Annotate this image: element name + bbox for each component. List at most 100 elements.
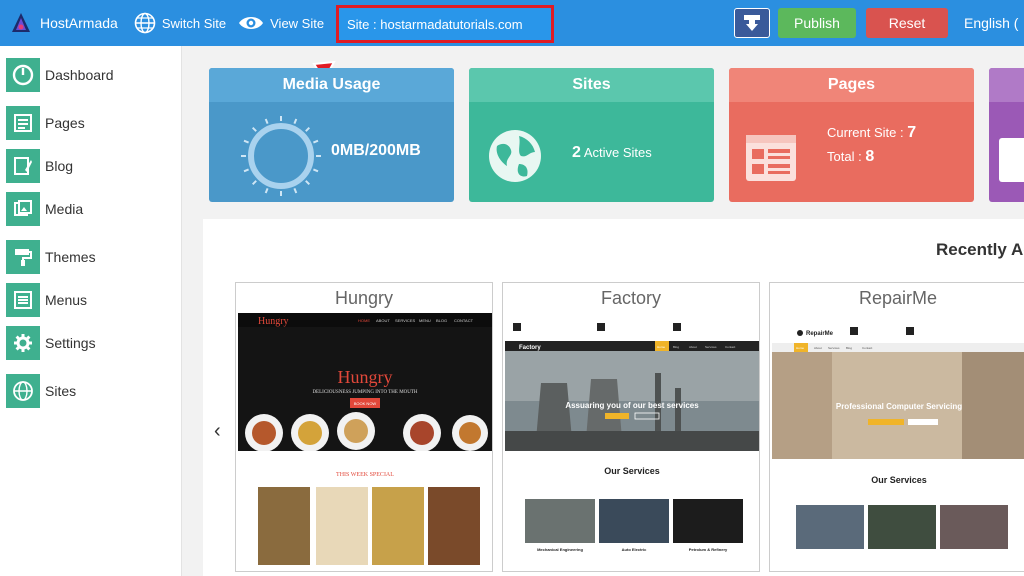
switch-site-label: Switch Site <box>161 15 227 31</box>
template-card-repairme[interactable]: RepairMe RepairMe Home About Services Bl… <box>769 282 1024 572</box>
template-name: RepairMe <box>858 287 938 308</box>
media-usage-title: Media Usage <box>209 68 454 102</box>
sidebar-item-blog[interactable]: Blog <box>6 149 73 183</box>
sidebar-item-label: Themes <box>45 249 96 265</box>
factory-logo: Factory <box>519 345 541 351</box>
brand[interactable]: HostArmada <box>10 12 118 34</box>
total-pages-value: 8 <box>865 148 875 165</box>
hungry-logo: Hungry <box>258 316 289 327</box>
download-icon <box>744 15 760 31</box>
sidebar-item-label: Dashboard <box>45 67 114 83</box>
sidebar-item-themes[interactable]: Themes <box>6 240 96 274</box>
recently-activated-title: Recently Ac <box>936 240 1024 259</box>
repairme-nav-services: Services <box>828 346 840 350</box>
template-card-hungry[interactable]: Hungry Hungry HOME ABOUT SERVICES MENU B… <box>235 282 493 572</box>
factory-service-1: Mechanical Engineering <box>537 547 583 552</box>
factory-hero-title: Assuaring you of our best services <box>565 401 699 410</box>
sidebar-item-settings[interactable]: Settings <box>6 326 96 360</box>
template-name: Hungry <box>334 287 394 308</box>
sidebar-item-label: Pages <box>45 115 85 131</box>
view-site-link[interactable]: View Site <box>238 14 324 32</box>
current-site-pages-value: 7 <box>907 124 917 141</box>
repairme-logo: RepairMe <box>806 331 834 337</box>
extra-card[interactable] <box>989 68 1024 202</box>
sites-card[interactable]: Sites 2 Active Sites <box>469 68 714 202</box>
hungry-section-title: THIS WEEK SPECIAL <box>336 472 394 478</box>
total-pages-label: Total : <box>827 149 862 164</box>
download-button[interactable] <box>734 8 770 38</box>
dashboard-icon <box>6 58 40 92</box>
factory-nav-contact: Contact <box>725 345 736 349</box>
repairme-preview-image: RepairMe Home About Services Blog Contac… <box>772 313 1024 571</box>
repairme-nav-blog: Blog <box>846 346 852 350</box>
view-site-label: View Site <box>270 15 325 31</box>
hungry-nav-home: HOME <box>358 318 370 323</box>
current-site-text: Site : hostarmadatutorials.com <box>347 16 523 32</box>
hungry-nav-menu: MENU <box>419 318 431 323</box>
hungry-hero-title: Hungry <box>338 367 393 387</box>
sidebar-item-label: Menus <box>45 292 88 308</box>
hungry-nav-services: SERVICES <box>395 318 415 323</box>
sidebar-item-sites[interactable]: Sites <box>6 374 76 408</box>
media-usage-card[interactable]: Media Usage 0MB/200MB <box>209 68 454 202</box>
layout-icon <box>746 135 796 181</box>
hungry-book-button: BOOK NOW <box>354 401 377 406</box>
language-selector[interactable]: English ( <box>964 15 1024 31</box>
active-sites-count: 2 <box>572 144 581 161</box>
hungry-preview-image: Hungry HOME ABOUT SERVICES MENU BLOG CON… <box>238 313 492 571</box>
template-preview: RepairMe Home About Services Blog Contac… <box>772 313 1024 571</box>
sidebar-item-dashboard[interactable]: Dashboard <box>6 58 114 92</box>
repairme-hero-title: Professional Computer Servicing <box>836 402 962 411</box>
globe-icon <box>134 12 156 34</box>
factory-service-3: Petrolum & Refinery <box>689 547 728 552</box>
publish-button[interactable]: Publish <box>778 8 856 38</box>
brand-name: HostArmada <box>40 15 118 31</box>
repairme-nav-about: About <box>814 346 822 350</box>
sidebar-item-label: Media <box>45 201 84 217</box>
eye-icon <box>239 17 264 29</box>
switch-site-link[interactable]: Switch Site <box>134 12 226 34</box>
repairme-nav-contact: Contact <box>862 346 873 350</box>
factory-nav-about: About <box>689 345 697 349</box>
reset-button[interactable]: Reset <box>866 8 948 38</box>
sites-title: Sites <box>469 68 714 102</box>
pages-card[interactable]: Pages Current Site : 7 Total : 8 <box>729 68 974 202</box>
active-sites-label: Active Sites <box>583 145 652 160</box>
factory-service-2: Auto Electric <box>622 547 647 552</box>
sidebar-item-label: Settings <box>45 335 96 351</box>
hungry-nav-contact: CONTACT <box>454 318 474 323</box>
current-site-pages-label: Current Site : <box>827 125 904 140</box>
repairme-nav-home: Home <box>796 346 804 350</box>
pages-icon <box>6 106 40 140</box>
top-bar: HostArmada Switch Site View Site Site : … <box>0 0 1024 46</box>
pages-title: Pages <box>729 68 974 102</box>
sidebar-item-label: Blog <box>45 158 74 174</box>
template-preview: Factory Home Blog About Services Contact… <box>505 313 759 571</box>
hungry-nav-about: ABOUT <box>376 318 390 323</box>
factory-preview-image: Factory Home Blog About Services Contact… <box>505 313 759 571</box>
storage-gauge-icon <box>241 116 321 196</box>
media-usage-value: 0MB/200MB <box>331 142 421 159</box>
earth-icon <box>489 130 541 182</box>
hungry-nav-blog: BLOG <box>436 318 447 323</box>
menu-list-icon <box>6 283 40 317</box>
template-name: Factory <box>600 287 661 308</box>
template-card-factory[interactable]: Factory Factory Home Blog About Services… <box>502 282 760 572</box>
paint-roller-icon <box>6 240 40 274</box>
hungry-tagline: DELICIOUSNESS JUMPING INTO THE MOUTH <box>312 390 417 395</box>
gear-icon <box>6 326 40 360</box>
factory-section-title: Our Services <box>604 466 660 476</box>
globe-icon <box>6 374 40 408</box>
sidebar-item-media[interactable]: Media <box>6 192 83 226</box>
factory-nav-home: Home <box>657 345 665 349</box>
hostarmada-logo-icon <box>12 13 30 32</box>
document-icon <box>999 138 1024 182</box>
sidebar-item-pages[interactable]: Pages <box>6 106 85 140</box>
sidebar-item-menus[interactable]: Menus <box>6 283 87 317</box>
chevron-left-icon[interactable]: ‹ <box>214 420 221 443</box>
template-preview: Hungry HOME ABOUT SERVICES MENU BLOG CON… <box>238 313 492 571</box>
media-icon <box>6 192 40 226</box>
extra-card-head <box>989 68 1024 102</box>
factory-nav-services: Services <box>705 345 717 349</box>
current-site-label: Site : hostarmadatutorials.com <box>336 5 554 43</box>
